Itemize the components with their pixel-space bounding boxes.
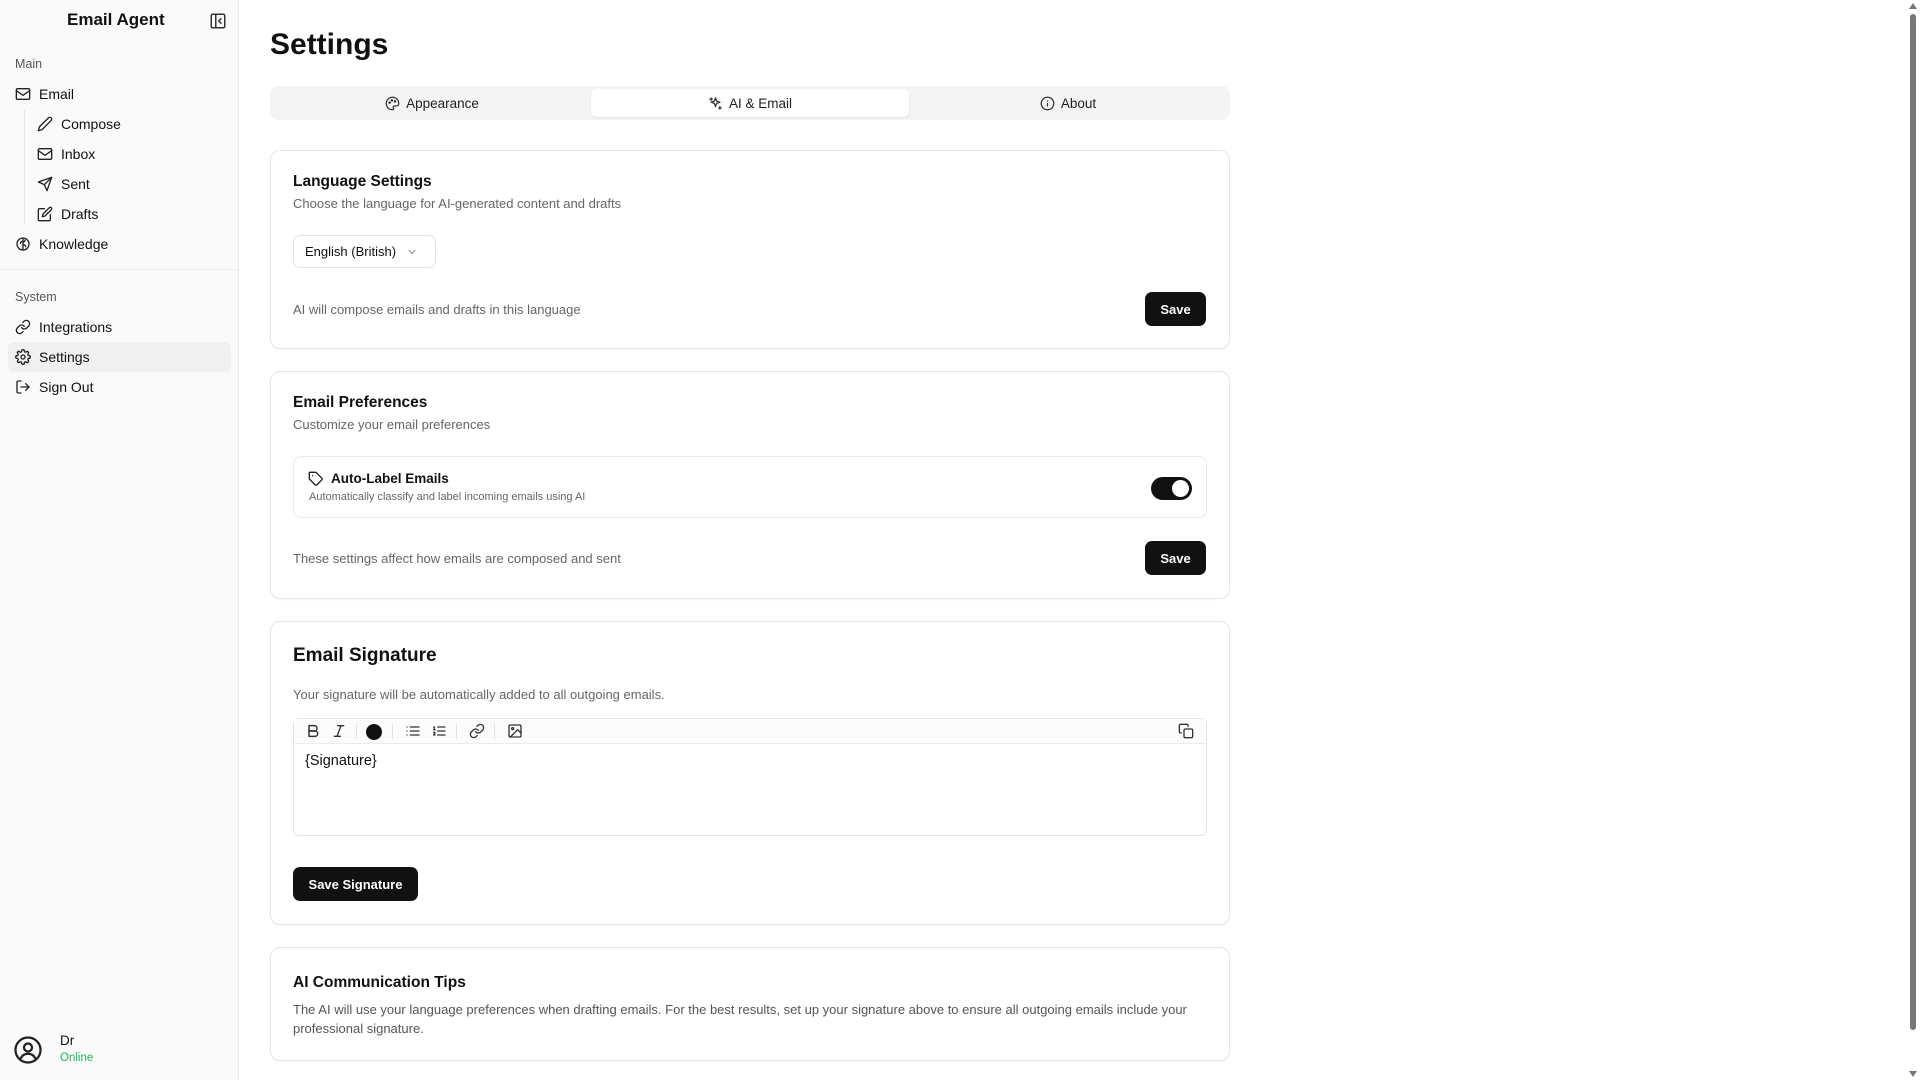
tag-icon xyxy=(308,471,324,487)
sidebar-item-label: Sent xyxy=(61,176,90,192)
user-name: Dr xyxy=(60,1033,75,1048)
main-content: Settings Appearance AI & Email About Lan… xyxy=(240,0,1905,1080)
vertical-scrollbar[interactable] xyxy=(1906,0,1920,1080)
sidebar-item-label: Settings xyxy=(39,349,90,365)
auto-label-row: Auto-Label Emails Automatically classify… xyxy=(293,456,1207,518)
editor-toolbar xyxy=(294,719,1206,744)
sidebar-item-label: Email xyxy=(39,86,75,102)
text-color-swatch[interactable] xyxy=(366,724,382,740)
app-title: Email Agent xyxy=(67,10,165,29)
email-preferences-subtitle: Customize your email preferences xyxy=(293,417,491,432)
sidebar-item-label: Integrations xyxy=(39,319,113,335)
logout-icon xyxy=(15,379,31,395)
ai-tips-card: AI Communication Tips The AI will use yo… xyxy=(270,947,1230,1061)
scroll-down-arrow-icon[interactable] xyxy=(1909,1071,1917,1077)
ai-tips-text: The AI will use your language preference… xyxy=(293,1002,1187,1036)
bold-icon[interactable] xyxy=(305,723,321,739)
sidebar-item-email[interactable]: Email xyxy=(8,79,231,109)
language-settings-subtitle: Choose the language for AI-generated con… xyxy=(293,196,622,211)
nav-tree-line xyxy=(24,110,25,224)
sidebar-item-integrations[interactable]: Integrations xyxy=(8,312,231,342)
sidebar-item-label: Knowledge xyxy=(39,236,109,252)
palette-icon xyxy=(385,96,400,111)
mail-icon xyxy=(15,86,31,102)
auto-label-description: Automatically classify and label incomin… xyxy=(309,491,586,503)
sidebar-header: Email Agent xyxy=(0,0,239,42)
email-signature-subtitle: Your signature will be automatically add… xyxy=(293,687,665,702)
user-avatar-icon xyxy=(13,1035,43,1065)
preferences-note: These settings affect how emails are com… xyxy=(293,551,621,566)
language-settings-title: Language Settings xyxy=(293,173,432,190)
copy-icon[interactable] xyxy=(1178,723,1194,739)
email-signature-title: Email Signature xyxy=(293,645,437,666)
italic-icon[interactable] xyxy=(331,723,347,739)
signature-editor-content[interactable]: {Signature} xyxy=(305,753,377,769)
sparkles-icon xyxy=(708,96,723,111)
chevron-down-icon xyxy=(406,246,418,258)
tab-about[interactable]: About xyxy=(909,89,1227,117)
user-profile[interactable]: Dr Online xyxy=(12,1030,212,1070)
numbered-list-icon[interactable] xyxy=(431,723,447,739)
tab-label: About xyxy=(1060,95,1097,111)
language-settings-card: Language Settings Choose the language fo… xyxy=(270,150,1230,349)
sidebar-item-label: Compose xyxy=(61,116,121,132)
sidebar-item-sent[interactable]: Sent xyxy=(30,169,231,199)
gear-icon xyxy=(15,349,31,365)
save-signature-button[interactable]: Save Signature xyxy=(293,867,418,901)
pen-icon xyxy=(37,116,53,132)
sidebar-item-sign-out[interactable]: Sign Out xyxy=(8,372,231,402)
sidebar-item-inbox[interactable]: Inbox xyxy=(30,139,231,169)
user-status: Online xyxy=(60,1052,94,1064)
tab-appearance[interactable]: Appearance xyxy=(273,89,591,117)
link-icon[interactable] xyxy=(469,723,485,739)
nav-group-system-label: System xyxy=(15,290,57,304)
settings-tabs: Appearance AI & Email About xyxy=(270,86,1230,120)
bullet-list-icon[interactable] xyxy=(405,723,421,739)
language-select-value: English (British) xyxy=(305,244,397,259)
tab-label: AI & Email xyxy=(728,95,793,111)
mail-icon xyxy=(37,146,53,162)
toolbar-divider xyxy=(356,723,357,739)
toggle-knob xyxy=(1172,480,1189,497)
scrollbar-thumb[interactable] xyxy=(1910,14,1916,1030)
email-preferences-title: Email Preferences xyxy=(293,394,428,411)
image-icon[interactable] xyxy=(507,723,523,739)
sidebar-item-compose[interactable]: Compose xyxy=(30,109,231,139)
sidebar-item-label: Drafts xyxy=(61,206,99,222)
ai-tips-title: AI Communication Tips xyxy=(293,974,466,991)
language-note: AI will compose emails and drafts in thi… xyxy=(293,302,581,317)
scroll-up-arrow-icon[interactable] xyxy=(1909,3,1917,9)
sidebar-toggle-icon[interactable] xyxy=(209,12,227,30)
auto-label-toggle[interactable] xyxy=(1151,477,1192,500)
language-select[interactable]: English (British) xyxy=(293,235,436,268)
auto-label-title: Auto-Label Emails xyxy=(331,471,449,486)
email-preferences-card: Email Preferences Customize your email p… xyxy=(270,371,1230,599)
language-save-button[interactable]: Save xyxy=(1145,292,1206,326)
sidebar-item-label: Sign Out xyxy=(39,379,94,395)
sidebar-item-settings[interactable]: Settings xyxy=(8,342,231,372)
brain-icon xyxy=(15,236,31,252)
toolbar-divider xyxy=(392,723,393,739)
send-icon xyxy=(37,176,53,192)
sidebar-item-knowledge[interactable]: Knowledge xyxy=(8,229,231,259)
link-icon xyxy=(15,319,31,335)
page-title: Settings xyxy=(270,28,389,61)
nav-group-main-label: Main xyxy=(15,57,43,71)
info-icon xyxy=(1040,96,1055,111)
email-signature-card: Email Signature Your signature will be a… xyxy=(270,621,1230,925)
toolbar-divider xyxy=(456,723,457,739)
sidebar-item-label: Inbox xyxy=(61,146,96,162)
tab-ai-email[interactable]: AI & Email xyxy=(591,89,909,117)
sidebar-item-drafts[interactable]: Drafts xyxy=(30,199,231,229)
signature-editor: {Signature} xyxy=(293,718,1207,836)
toolbar-divider xyxy=(494,723,495,739)
edit-icon xyxy=(37,206,53,222)
preferences-save-button[interactable]: Save xyxy=(1145,541,1206,575)
sidebar: Email Agent Main Email Compose Inbox Sen… xyxy=(0,0,239,1080)
sidebar-divider xyxy=(0,269,239,270)
tab-label: Appearance xyxy=(406,95,479,111)
